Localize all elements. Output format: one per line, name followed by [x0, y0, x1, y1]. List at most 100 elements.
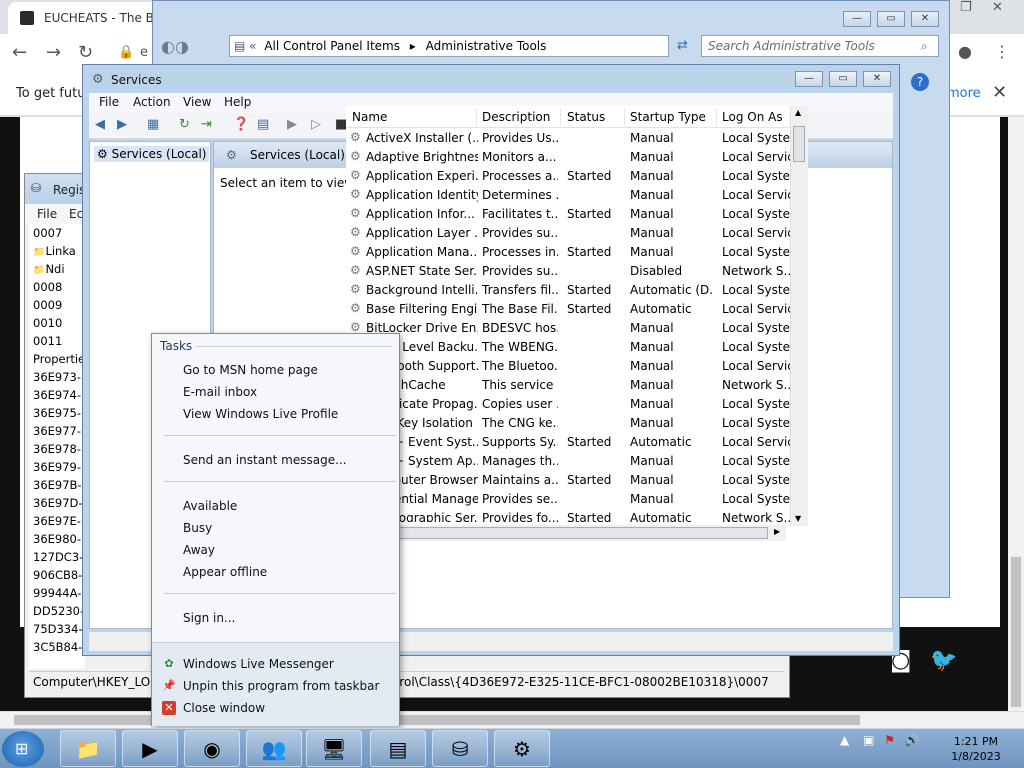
- service-row[interactable]: ⚙Computer BrowserMaintains a...StartedMa…: [346, 471, 808, 490]
- minimize-button[interactable]: —: [795, 71, 823, 87]
- tree-key-item[interactable]: 36E97E-E: [29, 512, 85, 530]
- service-row[interactable]: ⚙ Application Layer ... Provides su... Manu…: [346, 224, 808, 243]
- tree-key-item[interactable]: 906CB8-E: [29, 566, 85, 584]
- list-vertical-scrollbar[interactable]: ▲ ▼: [790, 106, 808, 526]
- tree-key-item[interactable]: 0010: [29, 314, 85, 332]
- close-button[interactable]: ✕: [911, 11, 939, 27]
- column-status[interactable]: Status: [567, 110, 605, 124]
- maximize-button[interactable]: ▭: [829, 71, 857, 87]
- volume-icon[interactable]: 🔊: [905, 733, 920, 747]
- tree-key-item[interactable]: 36E975-E: [29, 404, 85, 422]
- service-row[interactable]: ⚙Block Level Backu...The WBENG...ManualL…: [346, 338, 808, 357]
- service-row[interactable]: ⚙ ActiveX Installer (... Provides Us... Man…: [346, 129, 808, 148]
- service-row[interactable]: ⚙ Background Intelli... Transfers fil... St…: [346, 281, 808, 300]
- list-horizontal-scrollbar[interactable]: ◀ ▶: [346, 525, 786, 541]
- tree-key-item[interactable]: 127DC3-0: [29, 548, 85, 566]
- close-button[interactable]: ✕: [863, 71, 891, 87]
- address-bar[interactable]: e: [140, 45, 148, 60]
- tree-key-item[interactable]: Propertie: [29, 350, 85, 368]
- service-row[interactable]: ⚙Bluetooth Support...The Bluetoo...Manua…: [346, 357, 808, 376]
- scroll-thumb[interactable]: [1011, 557, 1021, 707]
- search-icon[interactable]: ⌕: [921, 39, 928, 54]
- back-icon[interactable]: ◀: [95, 117, 105, 132]
- service-row[interactable]: ⚙ Application Mana... Processes in... Start…: [346, 243, 808, 262]
- tree-key-item[interactable]: 36E97D-E: [29, 494, 85, 512]
- task-email-inbox[interactable]: E-mail inbox: [183, 385, 257, 399]
- tree-key-item[interactable]: 0009: [29, 296, 85, 314]
- column-startup-type[interactable]: Startup Type: [630, 110, 706, 124]
- search-input[interactable]: Search Administrative Tools: [701, 35, 939, 57]
- service-row[interactable]: ⚙ Application Identity Determines ... Manua…: [346, 186, 808, 205]
- reload-icon[interactable]: ↻: [78, 42, 93, 63]
- tree-key-item[interactable]: 0007: [29, 224, 85, 242]
- footer-top-link[interactable]: Top: [958, 522, 981, 536]
- service-row[interactable]: ⚙Certificate Propag...Copies user ...Man…: [346, 395, 808, 414]
- scroll-down-icon[interactable]: ▼: [795, 514, 801, 523]
- taskbar-registry-editor[interactable]: ⛁: [432, 730, 488, 767]
- column-name[interactable]: Name: [352, 110, 387, 124]
- close-window[interactable]: Close window: [183, 701, 265, 715]
- service-row[interactable]: ⚙CNG Key IsolationThe CNG ke...ManualLoc…: [346, 414, 808, 433]
- export-list-icon[interactable]: ⇥: [201, 117, 212, 132]
- taskbar-clock[interactable]: 1:21 PM 1/8/2023: [946, 734, 1006, 764]
- scroll-thumb[interactable]: [793, 126, 805, 162]
- info-bar-close-icon[interactable]: ✕: [992, 82, 1007, 103]
- refresh-icon[interactable]: ⇄: [677, 38, 688, 53]
- tree-key-item[interactable]: 36E980-E: [29, 530, 85, 548]
- info-bar-more-link[interactable]: more: [947, 86, 981, 101]
- open-windows-live-messenger[interactable]: Windows Live Messenger: [183, 657, 334, 671]
- tree-folder-item[interactable]: 📁Linka: [29, 242, 85, 260]
- taskbar-control-panel[interactable]: 🖥: [306, 730, 362, 767]
- taskbar-explorer[interactable]: 📁: [60, 730, 116, 767]
- menu-action[interactable]: Action: [133, 95, 171, 109]
- breadcrumb-current[interactable]: Administrative Tools: [426, 39, 547, 53]
- scroll-thumb[interactable]: [14, 715, 860, 725]
- show-hidden-icons-icon[interactable]: ▲: [840, 733, 849, 747]
- back-icon[interactable]: ←: [12, 42, 27, 63]
- column-description[interactable]: Description: [482, 110, 550, 124]
- help-icon[interactable]: ?: [911, 73, 929, 91]
- help-icon[interactable]: ❓: [233, 117, 249, 132]
- tree-key-item[interactable]: 75D334-C: [29, 620, 85, 638]
- task-view-profile[interactable]: View Windows Live Profile: [183, 407, 338, 421]
- status-away[interactable]: Away: [183, 543, 215, 557]
- maximize-button[interactable]: ▭: [877, 11, 905, 27]
- minimize-button[interactable]: —: [843, 11, 871, 27]
- back-forward-icon[interactable]: ◐◑: [161, 37, 189, 56]
- tree-key-item[interactable]: 36E978-E: [29, 440, 85, 458]
- tree-key-item[interactable]: 0011: [29, 332, 85, 350]
- task-msn-home[interactable]: Go to MSN home page: [183, 363, 318, 377]
- forward-icon[interactable]: →: [46, 42, 61, 63]
- action-center-icon[interactable]: ⚑: [884, 733, 895, 747]
- service-row[interactable]: ⚙Cryptographic Ser...Provides fo...Start…: [346, 509, 808, 522]
- browser-close-icon[interactable]: ✕: [992, 0, 1003, 15]
- refresh-icon[interactable]: ↻: [179, 117, 190, 132]
- status-appear-offline[interactable]: Appear offline: [183, 565, 267, 579]
- tree-key-item[interactable]: 99944A-F: [29, 584, 85, 602]
- taskbar-media-player[interactable]: ▶: [122, 730, 178, 767]
- tree-item-services-local[interactable]: ⚙ Services (Local): [94, 146, 210, 162]
- taskbar-regedit[interactable]: ▤: [370, 730, 426, 767]
- start-alt-icon[interactable]: ▷: [311, 117, 321, 132]
- show-console-tree-icon[interactable]: ▦: [147, 117, 159, 132]
- status-available[interactable]: Available: [183, 499, 237, 513]
- taskbar-services[interactable]: ⚙: [494, 730, 550, 767]
- menu-icon[interactable]: ⋮: [994, 42, 1010, 61]
- service-row[interactable]: ⚙ Adaptive Brightness Monitors a... Manual L…: [346, 148, 808, 167]
- scroll-thumb[interactable]: [364, 527, 768, 539]
- properties-icon[interactable]: ▤: [257, 117, 269, 132]
- unpin-from-taskbar[interactable]: Unpin this program from taskbar: [183, 679, 379, 693]
- browser-restore-icon[interactable]: ❐: [960, 0, 972, 15]
- service-row[interactable]: ⚙ Application Infor... Facilitates t... Sta…: [346, 205, 808, 224]
- tree-key-item[interactable]: 36E974-E: [29, 386, 85, 404]
- tree-key-item[interactable]: 36E979-E: [29, 458, 85, 476]
- tree-key-item[interactable]: 36E977-E: [29, 422, 85, 440]
- service-row[interactable]: ⚙ ASP.NET State Ser... Provides su... Disab…: [346, 262, 808, 281]
- browser-tab[interactable]: EUCHEATS - The Bes: [8, 2, 168, 34]
- page-vertical-scrollbar[interactable]: [1008, 117, 1024, 711]
- start-button[interactable]: ⊞: [2, 731, 44, 767]
- tree-key-item[interactable]: 3C5B84-F: [29, 638, 85, 656]
- tree-key-item[interactable]: 36E973-E: [29, 368, 85, 386]
- service-row[interactable]: ⚙COM+ System Ap...Manages th...ManualLoc…: [346, 452, 808, 471]
- tree-key-item[interactable]: 0008: [29, 278, 85, 296]
